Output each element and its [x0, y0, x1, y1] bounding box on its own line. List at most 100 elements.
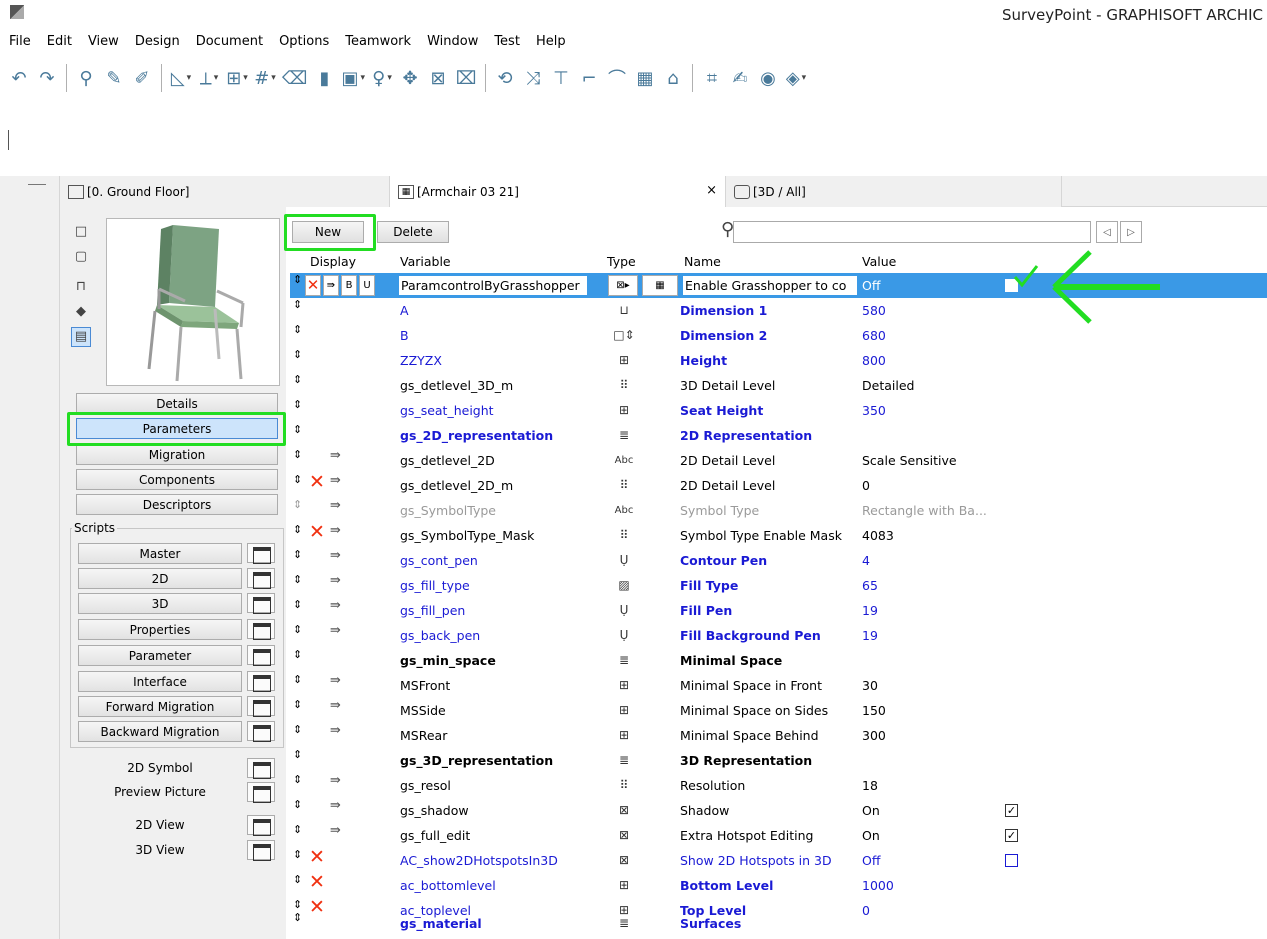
table-row[interactable]: ⇕ ⇛ gs_back_pen Ụ Fill Background Pen 19: [290, 623, 1267, 648]
delete-parameter-button[interactable]: Delete: [377, 221, 449, 243]
window-icon[interactable]: [247, 543, 275, 564]
script-interface-button[interactable]: Interface: [78, 671, 242, 692]
globe-icon[interactable]: ◉: [757, 64, 779, 92]
reorder-arrows-icon[interactable]: ⇕: [293, 598, 302, 611]
script-forward-migration-button[interactable]: Forward Migration: [78, 696, 242, 717]
value-cell[interactable]: 580: [862, 298, 1042, 323]
script-properties-button[interactable]: Properties: [78, 619, 242, 640]
boolean-type-icon[interactable]: ⊠▸: [608, 275, 638, 296]
window-icon[interactable]: [247, 593, 275, 614]
reorder-arrows-icon[interactable]: ⇕: [293, 323, 302, 336]
menu-help[interactable]: Help: [528, 34, 574, 54]
script-backward-migration-button[interactable]: Backward Migration: [78, 721, 242, 742]
reorder-arrows-icon[interactable]: ⇕: [293, 623, 302, 636]
roof-icon[interactable]: ⌂: [662, 64, 684, 92]
table-row[interactable]: ⇕ ZZYZX ⊞ Height 800: [290, 348, 1267, 373]
shadow-checkbox[interactable]: ✓: [1005, 804, 1018, 817]
search-input[interactable]: [733, 221, 1091, 243]
next-result-button[interactable]: ▷: [1120, 221, 1142, 243]
elevate-icon[interactable]: ⊤: [550, 64, 572, 92]
value-cell[interactable]: 4: [862, 548, 1042, 573]
value-cell[interactable]: 680: [862, 323, 1042, 348]
hide-toggle-icon[interactable]: ⇛: [323, 275, 339, 296]
window-icon[interactable]: [247, 758, 275, 779]
column-header-value[interactable]: Value: [862, 254, 896, 269]
table-row[interactable]: ⇕ ⇛ gs_SymbolType Abc Symbol Type Rectan…: [290, 498, 1267, 523]
reorder-arrows-icon[interactable]: ⇕: [293, 773, 302, 786]
brush-icon[interactable]: ✍: [729, 64, 751, 92]
tab-armchair[interactable]: ▦ [Armchair 03 21] ×: [390, 176, 726, 207]
table-row[interactable]: ⇕ ⇛ gs_cont_pen Ụ Contour Pen 4: [290, 548, 1267, 573]
coordinate-icon[interactable]: ⊞ ▾: [226, 64, 248, 92]
table-row[interactable]: ⇕ B □⇕ Dimension 2 680: [290, 323, 1267, 348]
hotlink-icon[interactable]: ⊠: [427, 64, 449, 92]
reorder-arrows-icon[interactable]: ⇕: [293, 673, 302, 686]
eyedropper-icon[interactable]: ✎: [103, 64, 125, 92]
reorder-arrows-icon[interactable]: ⇕: [293, 348, 302, 361]
extra-hotspot-checkbox[interactable]: ✓: [1005, 829, 1018, 842]
undo-icon[interactable]: ↶: [8, 64, 30, 92]
tab-3d-all[interactable]: [3D / All]: [726, 176, 1062, 207]
reorder-arrows-icon[interactable]: ⇕: [293, 473, 302, 486]
stamp-icon[interactable]: ⊓: [74, 280, 88, 294]
table-row[interactable]: ⇕ ✕ ⇛ gs_SymbolType_Mask ⠿ Symbol Type E…: [290, 521, 1267, 548]
figure-icon[interactable]: ♀ ▾: [371, 64, 393, 92]
table-row[interactable]: ⇕ gs_material ≣ Surfaces: [290, 908, 1267, 933]
delete-mark-toggle[interactable]: ✕: [305, 275, 321, 296]
reorder-arrows-icon[interactable]: ⇕: [293, 298, 302, 311]
value-cell[interactable]: 30: [862, 673, 1042, 698]
menu-test[interactable]: Test: [486, 34, 528, 54]
renovation-icon[interactable]: ✥: [399, 64, 421, 92]
table-row[interactable]: ⇕ ⇛ MSRear ⊞ Minimal Space Behind 300: [290, 723, 1267, 748]
table-row[interactable]: ⇕ ⇛ gs_detlevel_2D Abc 2D Detail Level S…: [290, 448, 1267, 473]
value-cell[interactable]: 19: [862, 598, 1042, 623]
table-row[interactable]: ⇕ gs_detlevel_3D_m ⠿ 3D Detail Level Det…: [290, 373, 1267, 398]
window-icon[interactable]: [247, 671, 275, 692]
reorder-arrows-icon[interactable]: ⇕: [293, 373, 302, 386]
reorder-arrows-icon[interactable]: ⇕: [293, 723, 302, 736]
table-row[interactable]: ⇕ gs_3D_representation ≣ 3D Representati…: [290, 748, 1267, 773]
reorder-arrows-icon[interactable]: ⇕: [293, 873, 302, 886]
window-icon[interactable]: [247, 815, 275, 836]
migration-button[interactable]: Migration: [76, 444, 278, 465]
previous-result-button[interactable]: ◁: [1096, 221, 1118, 243]
table-row[interactable]: ⇕ ⇛ MSSide ⊞ Minimal Space on Sides 150: [290, 698, 1267, 723]
value-cell[interactable]: Rectangle with Ba...: [862, 498, 1042, 523]
reorder-arrows-icon[interactable]: ⇕: [293, 273, 302, 286]
pen-icon[interactable]: ▮: [313, 64, 335, 92]
value-cell[interactable]: 19: [862, 623, 1042, 648]
value-cell[interactable]: 4083: [862, 523, 1042, 548]
script-master-button[interactable]: Master: [78, 543, 242, 564]
window-icon[interactable]: [247, 696, 275, 717]
menu-window[interactable]: Window: [419, 34, 486, 54]
render-icon[interactable]: ◈ ▾: [785, 64, 807, 92]
details-button[interactable]: Details: [76, 393, 278, 414]
value-cell[interactable]: 350: [862, 398, 1042, 423]
value-cell[interactable]: 800: [862, 348, 1042, 373]
value-cell[interactable]: 300: [862, 723, 1042, 748]
column-header-type[interactable]: Type: [607, 254, 636, 269]
value-cell[interactable]: Scale Sensitive: [862, 448, 1042, 473]
inject-parameters-icon[interactable]: ✐: [131, 64, 153, 92]
bold-toggle[interactable]: B: [341, 275, 357, 296]
script-3d-button[interactable]: 3D: [78, 593, 242, 614]
value-cell[interactable]: 18: [862, 773, 1042, 798]
2d-view-icon[interactable]: □: [74, 225, 88, 239]
reorder-arrows-icon[interactable]: ⇕: [293, 498, 302, 511]
menu-file[interactable]: File: [0, 34, 39, 54]
menu-options[interactable]: Options: [271, 34, 337, 54]
frame-icon[interactable]: ▢: [74, 250, 88, 264]
column-header-display[interactable]: Display: [310, 254, 356, 269]
reorder-arrows-icon[interactable]: ⇕: [293, 798, 302, 811]
curve-icon[interactable]: ⌒: [606, 64, 628, 92]
reorder-arrows-icon[interactable]: ⇕: [293, 573, 302, 586]
menu-view[interactable]: View: [80, 34, 127, 54]
window-icon[interactable]: [247, 721, 275, 742]
array-toggle-icon[interactable]: ▦: [642, 275, 678, 296]
reorder-arrows-icon[interactable]: ⇕: [293, 448, 302, 461]
table-row[interactable]: ⇕ ⇛ gs_shadow ⊠ Shadow On ✓: [290, 798, 1267, 823]
hotspots-3d-checkbox[interactable]: [1005, 854, 1018, 867]
reorder-arrows-icon[interactable]: ⇕: [293, 398, 302, 411]
reorder-arrows-icon[interactable]: ⇕: [293, 698, 302, 711]
guide-line-icon[interactable]: ⟂ ▾: [198, 64, 220, 92]
